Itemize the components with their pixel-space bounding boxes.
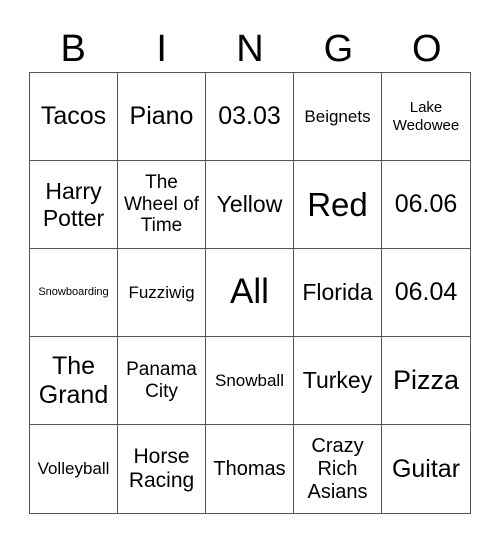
bingo-cell[interactable]: Tacos xyxy=(30,73,118,161)
bingo-cell[interactable]: Lake Wedowee xyxy=(382,73,470,161)
bingo-cell[interactable]: Crazy Rich Asians xyxy=(294,425,382,513)
header-letter-o: O xyxy=(412,28,442,70)
bingo-cell[interactable]: Horse Racing xyxy=(118,425,206,513)
header-letter-b: B xyxy=(60,28,86,70)
bingo-cell[interactable]: Thomas xyxy=(206,425,294,513)
bingo-grid: Tacos Piano 03.03 Beignets Lake Wedowee … xyxy=(29,72,471,514)
bingo-cell[interactable]: Snowboarding xyxy=(30,249,118,337)
header-letter-n: N xyxy=(236,28,264,70)
bingo-cell[interactable]: Turkey xyxy=(294,337,382,425)
bingo-cell[interactable]: Fuzziwig xyxy=(118,249,206,337)
bingo-cell[interactable]: Pizza xyxy=(382,337,470,425)
bingo-cell[interactable]: 03.03 xyxy=(206,73,294,161)
bingo-cell[interactable]: Beignets xyxy=(294,73,382,161)
bingo-cell[interactable]: Panama City xyxy=(118,337,206,425)
bingo-cell[interactable]: Snowball xyxy=(206,337,294,425)
header-letter-i: I xyxy=(156,28,167,70)
bingo-cell[interactable]: All xyxy=(206,249,294,337)
bingo-cell[interactable]: The Grand xyxy=(30,337,118,425)
header-letter-g: G xyxy=(323,28,354,70)
bingo-cell[interactable]: Red xyxy=(294,161,382,249)
bingo-cell[interactable]: Florida xyxy=(294,249,382,337)
bingo-cell[interactable]: 06.06 xyxy=(382,161,470,249)
bingo-cell[interactable]: Volleyball xyxy=(30,425,118,513)
bingo-cell[interactable]: Piano xyxy=(118,73,206,161)
bingo-cell[interactable]: 06.04 xyxy=(382,249,470,337)
bingo-cell[interactable]: The Wheel of Time xyxy=(118,161,206,249)
bingo-header: B I N G O xyxy=(29,26,471,72)
bingo-cell[interactable]: Harry Potter xyxy=(30,161,118,249)
bingo-cell[interactable]: Yellow xyxy=(206,161,294,249)
bingo-cell[interactable]: Guitar xyxy=(382,425,470,513)
